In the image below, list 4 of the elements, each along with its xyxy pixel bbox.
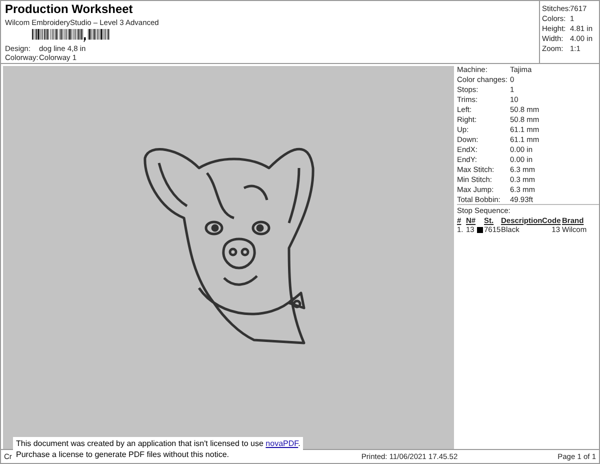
- notice-text: This document was created by an application that isn't licensed to use novaPDF.: [16, 438, 300, 449]
- notice-text: Purchase a license to generate PDF files without this notice.: [16, 449, 230, 460]
- novapdf-link[interactable]: novaPDF: [266, 439, 298, 448]
- worksheet-title: Production Worksheet: [5, 2, 134, 16]
